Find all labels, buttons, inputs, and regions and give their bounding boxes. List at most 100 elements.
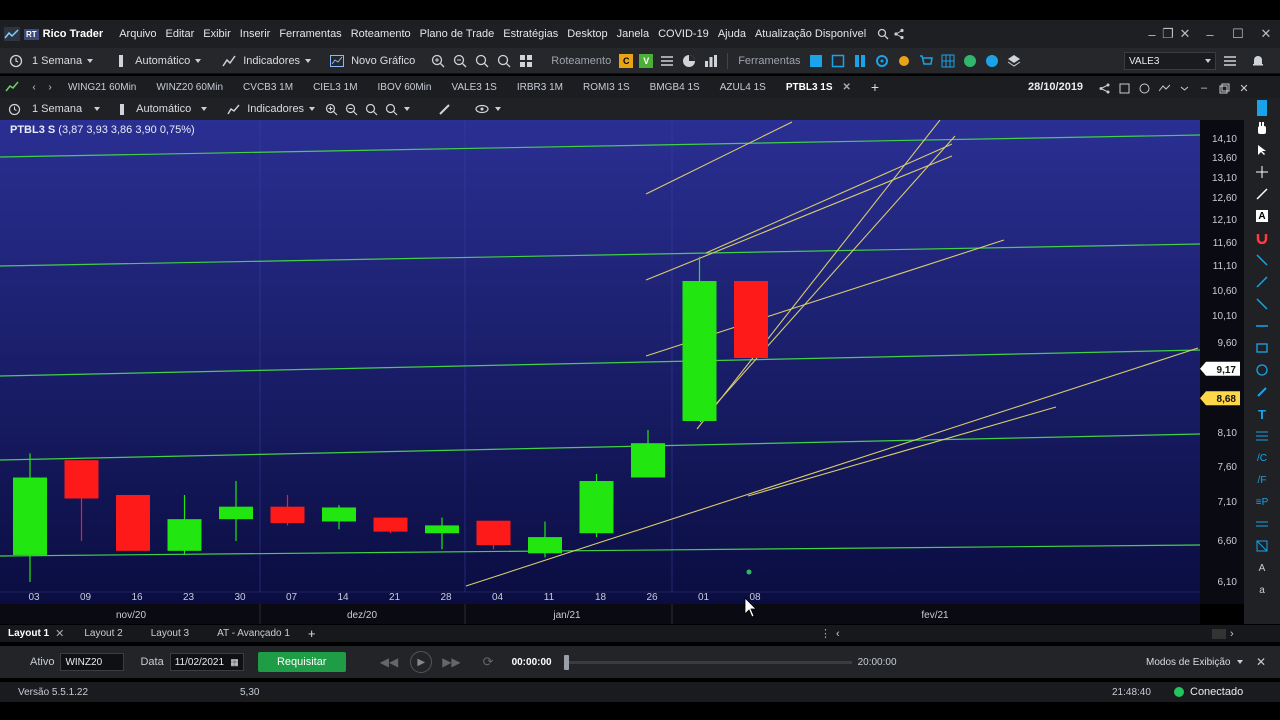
- tab-restore-icon[interactable]: [1216, 80, 1232, 96]
- outer-close-icon[interactable]: ✕: [1252, 20, 1280, 48]
- bell-icon[interactable]: [1250, 53, 1266, 69]
- trend-tool-icon[interactable]: [1252, 294, 1272, 314]
- hand-icon[interactable]: [1252, 118, 1272, 138]
- zoom-in-icon[interactable]: [431, 54, 445, 68]
- share-icon[interactable]: [891, 26, 907, 42]
- replay-refresh-icon[interactable]: ⟳: [483, 654, 494, 670]
- menu-plano-de-trade[interactable]: Plano de Trade: [420, 28, 495, 40]
- date-input[interactable]: 11/02/2021 ▦: [169, 653, 244, 671]
- tab-vale3[interactable]: VALE3 1S: [441, 76, 506, 98]
- replay-progress-track[interactable]: [563, 654, 852, 670]
- crosshair-icon[interactable]: [1252, 162, 1272, 182]
- frame-icon[interactable]: [831, 54, 845, 68]
- menu-list-icon[interactable]: [1222, 53, 1238, 69]
- menu-editar[interactable]: Editar: [166, 28, 195, 40]
- indicators-button[interactable]: Indicadores: [243, 55, 300, 67]
- line-tool-icon[interactable]: [1252, 250, 1272, 270]
- chart-zoom-fit-icon[interactable]: [363, 101, 379, 117]
- period-select[interactable]: 1 Semana: [32, 55, 82, 67]
- tab-scroll-right-icon[interactable]: ›: [42, 79, 58, 95]
- wand-icon[interactable]: [1252, 184, 1272, 204]
- symbol-input[interactable]: VALE3: [1124, 52, 1216, 70]
- tab-romi3[interactable]: ROMI3 1S: [573, 76, 640, 98]
- magnet-icon[interactable]: [1252, 228, 1272, 248]
- grid-layout-icon[interactable]: [519, 54, 533, 68]
- type-tool-icon[interactable]: T: [1252, 404, 1272, 424]
- pie-icon[interactable]: [681, 53, 697, 69]
- add-tab-icon[interactable]: +: [871, 79, 879, 95]
- chart-zoom-in-icon[interactable]: [323, 101, 339, 117]
- zoom-fit-icon[interactable]: [475, 54, 489, 68]
- scroll-left-icon[interactable]: ‹: [836, 628, 840, 640]
- zoom-out-icon[interactable]: [453, 54, 467, 68]
- scroll-right-icon[interactable]: ›: [1230, 628, 1234, 640]
- book-icon[interactable]: [853, 54, 867, 68]
- layout-tab-1[interactable]: Layout 1: [8, 628, 49, 639]
- brush-tool-icon[interactable]: [1252, 382, 1272, 402]
- cog-icon[interactable]: [897, 54, 911, 68]
- text-tool-icon[interactable]: A: [1252, 206, 1272, 226]
- tab-close-icon[interactable]: ✕: [843, 82, 851, 93]
- channel-tool-icon[interactable]: [1252, 514, 1272, 534]
- panel-toggle-icon[interactable]: [1257, 100, 1267, 116]
- outer-minimize-icon[interactable]: –: [1196, 20, 1224, 48]
- menu-estrategias[interactable]: Estratégias: [503, 28, 558, 40]
- menu-ferramentas[interactable]: Ferramentas: [279, 28, 341, 40]
- menu-janela[interactable]: Janela: [617, 28, 649, 40]
- tab-history-icon[interactable]: [1136, 80, 1152, 96]
- layout-tab-2[interactable]: Layout 2: [84, 628, 122, 639]
- rewind-icon[interactable]: ◀◀: [380, 655, 398, 669]
- request-button[interactable]: Requisitar: [257, 652, 346, 672]
- bars-icon[interactable]: [703, 53, 719, 69]
- fibo-tool-icon[interactable]: [1252, 426, 1272, 446]
- tab-window-icon[interactable]: [1116, 80, 1132, 96]
- ray-tool-icon[interactable]: [1252, 272, 1272, 292]
- hline-tool-icon[interactable]: [1252, 316, 1272, 336]
- tools-label[interactable]: Ferramentas: [738, 55, 800, 67]
- chart-zoom-options-icon[interactable]: [383, 101, 399, 117]
- tab-winz20[interactable]: WINZ20 60Min: [146, 76, 233, 98]
- c-badge-icon[interactable]: C: [619, 53, 634, 68]
- rect-tool-icon[interactable]: [1252, 338, 1272, 358]
- a-small-tool-icon[interactable]: a: [1252, 580, 1272, 600]
- tab-ibov[interactable]: IBOV 60Min: [368, 76, 442, 98]
- compass-icon[interactable]: [985, 54, 999, 68]
- drag-handle-icon[interactable]: ⋮: [820, 627, 831, 640]
- tab-minimize-icon[interactable]: –: [1196, 80, 1212, 96]
- tab-ptbl3[interactable]: PTBL3 1S ✕: [776, 76, 861, 98]
- pointer-icon[interactable]: [1252, 140, 1272, 160]
- menu-ajuda[interactable]: Ajuda: [718, 28, 746, 40]
- replay-progress-thumb[interactable]: [563, 654, 569, 670]
- circle-tool-icon[interactable]: [1252, 360, 1272, 380]
- gear-icon[interactable]: [875, 54, 889, 68]
- stack-icon[interactable]: [1007, 54, 1021, 68]
- network-tool-icon[interactable]: [1252, 536, 1272, 556]
- scale-select[interactable]: Automático: [135, 55, 190, 67]
- list-icon[interactable]: [659, 53, 675, 69]
- menu-desktop[interactable]: Desktop: [567, 28, 607, 40]
- tab-cvcb3[interactable]: CVCB3 1M: [233, 76, 303, 98]
- chart-zoom-out-icon[interactable]: [343, 101, 359, 117]
- asset-input[interactable]: WINZ20: [60, 653, 125, 671]
- tab-close-window-icon[interactable]: ✕: [1236, 80, 1252, 96]
- outer-maximize-icon[interactable]: ☐: [1224, 20, 1252, 48]
- tab-line-icon[interactable]: [1156, 80, 1172, 96]
- grid-icon[interactable]: [941, 54, 955, 68]
- tab-share-icon[interactable]: [1096, 80, 1112, 96]
- price-chart[interactable]: 03 09 16 23 30 07 14 21 28 04 11 18 26 01 08 14,10 13,6…: [0, 120, 1244, 624]
- pencil-icon[interactable]: [436, 101, 452, 117]
- replay-close-icon[interactable]: ✕: [1256, 655, 1266, 669]
- p-tool-icon[interactable]: ≡P: [1252, 492, 1272, 512]
- tab-chevron-icon[interactable]: [1176, 80, 1192, 96]
- f-tool-icon[interactable]: /F: [1252, 470, 1272, 490]
- menu-covid[interactable]: COVID-19: [658, 28, 709, 40]
- tab-wing21[interactable]: WING21 60Min: [58, 76, 146, 98]
- menu-exibir[interactable]: Exibir: [203, 28, 231, 40]
- layout-tab-at[interactable]: AT - Avançado 1: [217, 628, 290, 639]
- v-badge-icon[interactable]: V: [639, 53, 654, 68]
- layout-close-icon[interactable]: ✕: [55, 627, 64, 640]
- chart-period-select[interactable]: 1 Semana: [32, 103, 82, 115]
- blue-window-icon[interactable]: [809, 54, 823, 68]
- chart-scale-select[interactable]: Automático: [136, 103, 191, 115]
- zoom-options-icon[interactable]: [497, 54, 511, 68]
